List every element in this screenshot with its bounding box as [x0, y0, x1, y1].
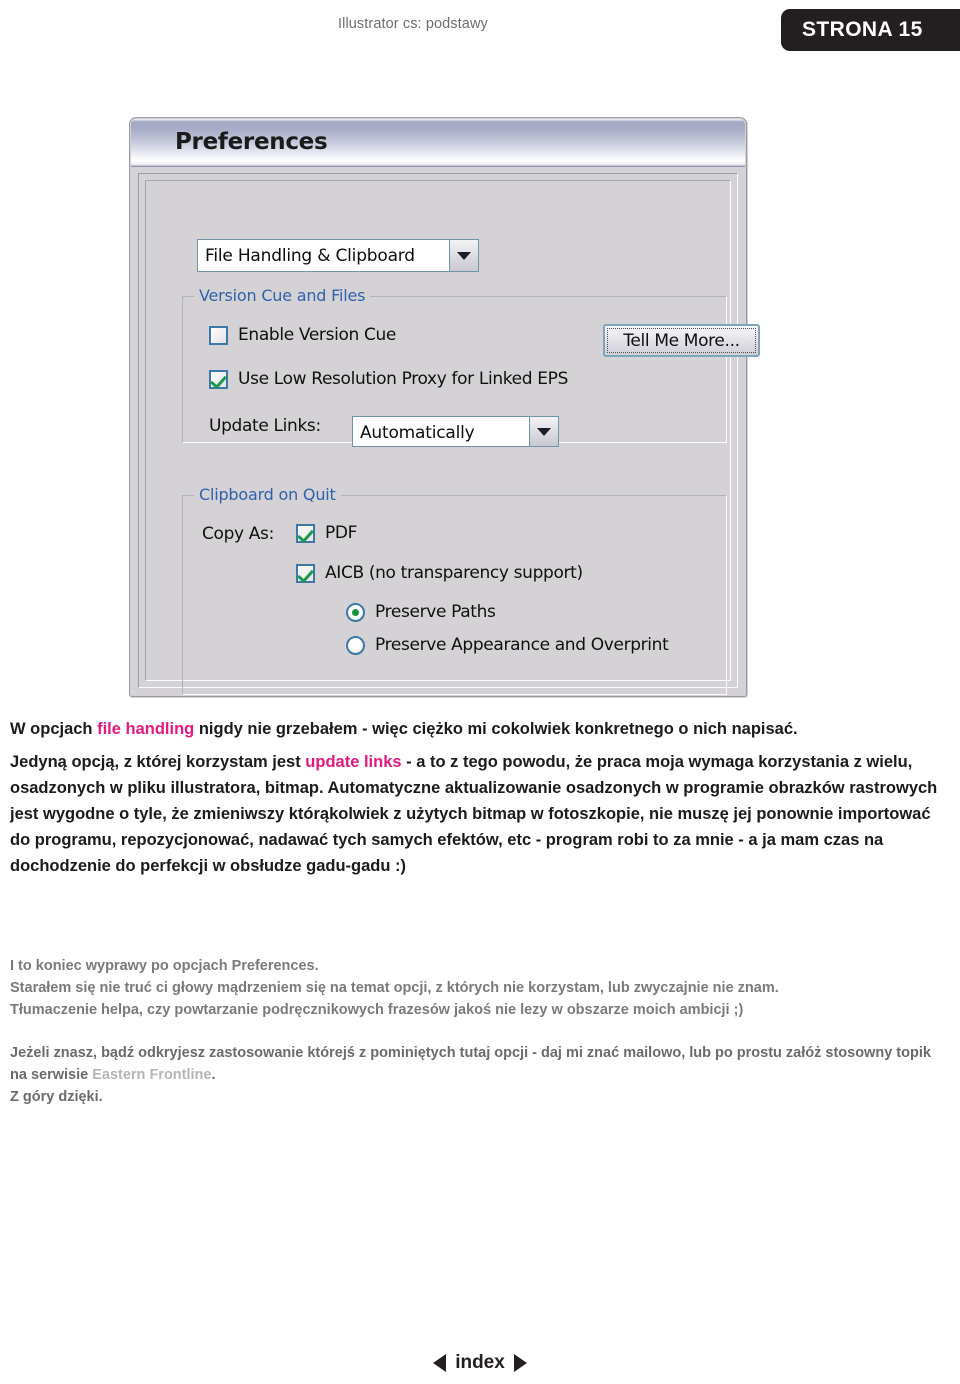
label-preserve-appearance-and-overprint: Preserve Appearance and Overprint — [375, 635, 669, 655]
p4-part-b: . — [211, 1067, 216, 1083]
label-preserve-paths: Preserve Paths — [375, 602, 496, 622]
label-update-links-text: Update Links: — [209, 416, 321, 436]
closing-line-2: Starałem się nie truć ci głowy mądrzenie… — [10, 980, 779, 996]
preferences-category-combo[interactable]: File Handling & Clipboard — [197, 239, 479, 272]
link-file-handling[interactable]: file handling — [97, 720, 194, 738]
dialog-title: Preferences — [175, 129, 328, 155]
triangle-right-icon[interactable] — [513, 1354, 527, 1372]
radio-preserve-appearance-and-overprint[interactable] — [346, 635, 365, 655]
p1-part-a: W opcjach — [10, 720, 98, 738]
checkbox-row-aicb[interactable]: AICB (no transparency support) — [296, 563, 583, 583]
paragraph-intro: W opcjach file handling nigdy nie grzeba… — [10, 716, 950, 742]
group-clipboard-on-quit: Clipboard on Quit Copy As: PDF AICB (no … — [182, 485, 727, 695]
label-enable-version-cue: Enable Version Cue — [238, 325, 397, 345]
paragraph-closing: I to koniec wyprawy po opcjach Preferenc… — [10, 955, 950, 1021]
paragraph-contact: Jeżeli znasz, bądź odkryjesz zastosowani… — [10, 1042, 950, 1108]
checkbox-row-pdf[interactable]: PDF — [296, 523, 357, 543]
page-title: Illustrator cs: podstawy — [338, 16, 488, 32]
update-links-value[interactable]: Automatically — [352, 416, 529, 447]
dialog-titlebar: Preferences — [131, 119, 745, 167]
group-legend-clipboard-on-quit: Clipboard on Quit — [194, 485, 341, 504]
radio-row-preserve-appearance[interactable]: Preserve Appearance and Overprint — [346, 635, 669, 655]
index-link-label[interactable]: index — [455, 1352, 505, 1374]
p1-part-b: nigdy nie grzebałem - więc ciężko mi cok… — [194, 720, 798, 738]
paragraph-intro-text: W opcjach file handling nigdy nie grzeba… — [10, 716, 950, 742]
p2-part-a: Jedyną opcją, z której korzystam jest — [10, 753, 306, 771]
closing-line-1: I to koniec wyprawy po opcjach Preferenc… — [10, 958, 319, 974]
label-copy-as-aicb: AICB (no transparency support) — [325, 563, 583, 583]
checkbox-copy-as-aicb[interactable] — [296, 563, 315, 583]
chevron-down-icon[interactable] — [529, 416, 559, 447]
group-legend-version-cue: Version Cue and Files — [194, 286, 371, 305]
link-eastern-frontline[interactable]: Eastern Frontline — [92, 1067, 211, 1083]
page-number-badge: STRONA 15 — [781, 9, 960, 51]
label-update-links: Update Links: — [209, 416, 321, 436]
label-use-low-resolution-proxy: Use Low Resolution Proxy for Linked EPS — [238, 369, 569, 389]
triangle-left-icon[interactable] — [433, 1354, 447, 1372]
checkbox-use-low-resolution-proxy[interactable] — [209, 369, 228, 389]
dialog-body-panel: File Handling & Clipboard Version Cue an… — [138, 173, 760, 695]
update-links-combo[interactable]: Automatically — [352, 416, 559, 447]
checkbox-row-low-res-proxy[interactable]: Use Low Resolution Proxy for Linked EPS — [209, 369, 568, 389]
chevron-down-icon[interactable] — [449, 239, 479, 272]
footer-nav[interactable]: index — [433, 1352, 527, 1374]
checkbox-row-enable-version-cue[interactable]: Enable Version Cue — [209, 325, 396, 345]
paragraph-update-links-text: Jedyną opcją, z której korzystam jest up… — [10, 749, 950, 879]
tell-me-more-button[interactable]: Tell Me More... — [603, 324, 760, 357]
paragraph-update-links: Jedyną opcją, z której korzystam jest up… — [10, 749, 950, 879]
closing-line-3: Tłumaczenie helpa, czy powtarzanie podrę… — [10, 1002, 744, 1018]
preferences-category-value[interactable]: File Handling & Clipboard — [197, 239, 449, 272]
tell-me-more-button-label: Tell Me More... — [623, 330, 740, 351]
radio-preserve-paths[interactable] — [346, 602, 365, 622]
checkbox-enable-version-cue[interactable] — [209, 325, 228, 345]
label-copy-as-pdf: PDF — [325, 523, 358, 543]
preferences-dialog: Preferences File Handling & Clipboard Ve… — [129, 117, 760, 697]
copy-as-label-text: Copy As: — [202, 524, 274, 544]
link-update-links[interactable]: update links — [305, 753, 401, 771]
page-header: Illustrator cs: podstawy STRONA 15 — [0, 0, 960, 62]
checkbox-copy-as-pdf[interactable] — [296, 523, 315, 543]
page-footer: index — [0, 1352, 960, 1377]
contact-text: Jeżeli znasz, bądź odkryjesz zastosowani… — [10, 1042, 950, 1086]
dialog-inner-panel: File Handling & Clipboard Version Cue an… — [145, 180, 760, 695]
radio-row-preserve-paths[interactable]: Preserve Paths — [346, 602, 496, 622]
thanks-text: Z góry dzięki. — [10, 1089, 103, 1105]
copy-as-label: Copy As: — [202, 524, 274, 544]
p2-part-b: - a to z tego powodu, że praca moja wyma… — [10, 753, 938, 875]
